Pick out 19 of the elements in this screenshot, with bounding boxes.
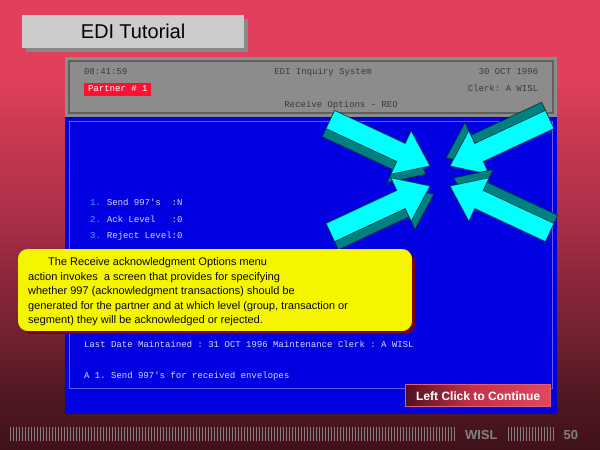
footer-brand: WISL <box>465 426 498 444</box>
page-number: 50 <box>564 426 578 444</box>
menu-number: 2. <box>90 214 101 226</box>
menu-number: 3. <box>90 230 101 243</box>
menu-number: 1. <box>90 197 101 210</box>
maintenance-info: Last Date Maintained : 31 OCT 1996 Maintenance Clerk : A WISL <box>84 338 414 352</box>
tutorial-title: EDI Tutorial <box>80 20 186 44</box>
callout-text: The Receive acknowledgment Options menu action invokes a screen that provides for specifying whether 997 (acknowledgment transactions) should be generated for the partner and at which level (group, transaction or segment) they will be acknowledged or rejected. <box>28 255 349 328</box>
continue-button[interactable]: Left Click to Continue <box>405 384 551 407</box>
menu-option: Reject Level:0 <box>106 230 182 244</box>
partner-label: Partner # 1 <box>84 82 152 96</box>
system-name: EDI Inquiry System <box>274 66 372 79</box>
action-line: A 1. Send 997's for received envelopes <box>84 370 290 383</box>
system-date: 30 OCT 1996 <box>478 66 538 79</box>
clock-time: 08:41:59 <box>84 66 128 79</box>
menu-option: Ack Level :0 <box>106 214 182 227</box>
clerk-label: Clerk: A WISL <box>468 82 538 96</box>
screen-title: Receive Options - REO <box>284 99 398 112</box>
menu-option: Send 997's :N <box>106 197 182 210</box>
